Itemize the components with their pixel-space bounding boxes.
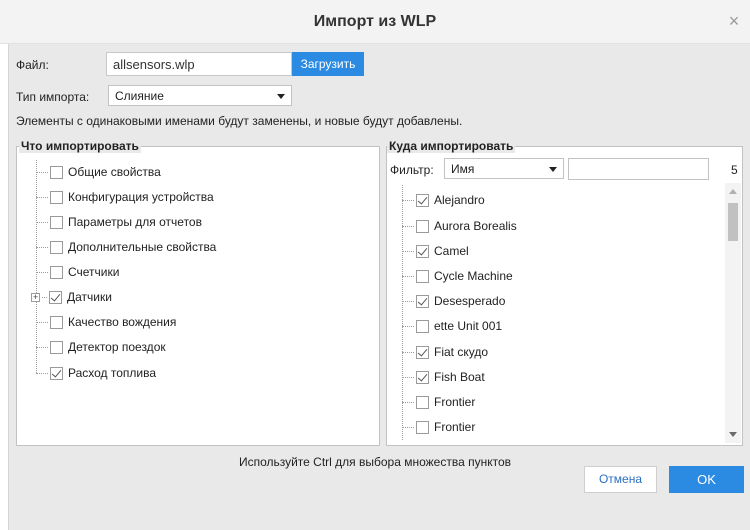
checkbox[interactable] [416, 244, 429, 258]
import-type-label: Тип импорта: [16, 90, 90, 104]
list-item[interactable]: Fiat скудо [402, 342, 488, 362]
list-item[interactable]: Camel [402, 241, 469, 261]
tree-item-driving-quality[interactable]: Качество вождения [36, 312, 176, 332]
list-item[interactable]: Aurora Borealis [402, 216, 517, 236]
checkbox[interactable] [416, 319, 429, 333]
checkbox[interactable] [49, 290, 62, 304]
import-type-select[interactable]: Слияние [108, 85, 292, 106]
tree-item-device-configuration[interactable]: Конфигурация устройства [36, 187, 214, 207]
checkbox[interactable] [50, 265, 63, 279]
filter-type-value: Имя [451, 162, 475, 176]
dialog-titlebar: Импорт из WLP × [0, 0, 750, 44]
checkbox[interactable] [50, 190, 63, 204]
chevron-down-icon [549, 167, 557, 172]
checkbox[interactable] [416, 345, 429, 359]
checkbox[interactable] [50, 315, 63, 329]
checkbox[interactable] [50, 240, 63, 254]
list-item[interactable]: Frontier [402, 417, 475, 437]
list-item[interactable]: Frontier [402, 392, 475, 412]
list-item[interactable]: Desesperado [402, 291, 505, 311]
tree-item-fuel-consumption[interactable]: Расход топлива [36, 363, 156, 383]
file-input[interactable]: allsensors.wlp [106, 52, 292, 76]
checkbox[interactable] [50, 215, 63, 229]
list-item[interactable]: ette Unit 001 [402, 316, 502, 336]
tree-item-general-properties[interactable]: Общие свойства [36, 162, 161, 182]
filter-input[interactable] [568, 158, 709, 180]
import-type-value: Слияние [115, 89, 164, 103]
upload-button[interactable]: Загрузить [292, 52, 364, 76]
list-item[interactable]: Fish Boat [402, 367, 485, 387]
checkbox[interactable] [416, 294, 429, 308]
tree-item-additional-properties[interactable]: Дополнительные свойства [36, 237, 216, 257]
filter-label: Фильтр: [390, 163, 434, 177]
scroll-down-arrow-icon[interactable] [729, 432, 737, 437]
list-item[interactable]: Cycle Machine [402, 266, 513, 286]
checkbox[interactable] [416, 370, 429, 384]
tree-item-report-parameters[interactable]: Параметры для отчетов [36, 212, 202, 232]
filter-type-select[interactable]: Имя [444, 158, 564, 179]
dialog-title: Импорт из WLP [313, 13, 437, 30]
item-count: 5 [731, 163, 738, 177]
checkbox[interactable] [50, 165, 63, 179]
tree-item-sensors[interactable]: + Датчики [31, 287, 112, 307]
expand-plus-icon[interactable]: + [31, 292, 40, 302]
cancel-button[interactable]: Отмена [584, 466, 657, 493]
checkbox[interactable] [416, 193, 429, 207]
checkbox[interactable] [416, 219, 429, 233]
info-text: Элементы с одинаковыми именами будут зам… [16, 114, 463, 128]
checkbox[interactable] [416, 269, 429, 283]
scroll-up-arrow-icon[interactable] [729, 189, 737, 194]
where-to-import-title: Куда импортировать [387, 139, 516, 153]
file-label: Файл: [16, 58, 49, 72]
ok-button[interactable]: OK [669, 466, 744, 493]
list-item[interactable]: Alejandro [402, 190, 485, 210]
tree-item-counters[interactable]: Счетчики [36, 262, 119, 282]
tree-item-trip-detector[interactable]: Детектор поездок [36, 337, 166, 357]
scroll-thumb[interactable] [728, 203, 738, 241]
checkbox[interactable] [416, 420, 429, 434]
what-to-import-title: Что импортировать [19, 139, 141, 153]
checkbox[interactable] [50, 366, 63, 380]
checkbox[interactable] [50, 340, 63, 354]
close-icon[interactable]: × [726, 12, 742, 30]
checkbox[interactable] [416, 395, 429, 409]
chevron-down-icon [277, 94, 285, 99]
list-scrollbar[interactable] [725, 183, 741, 443]
